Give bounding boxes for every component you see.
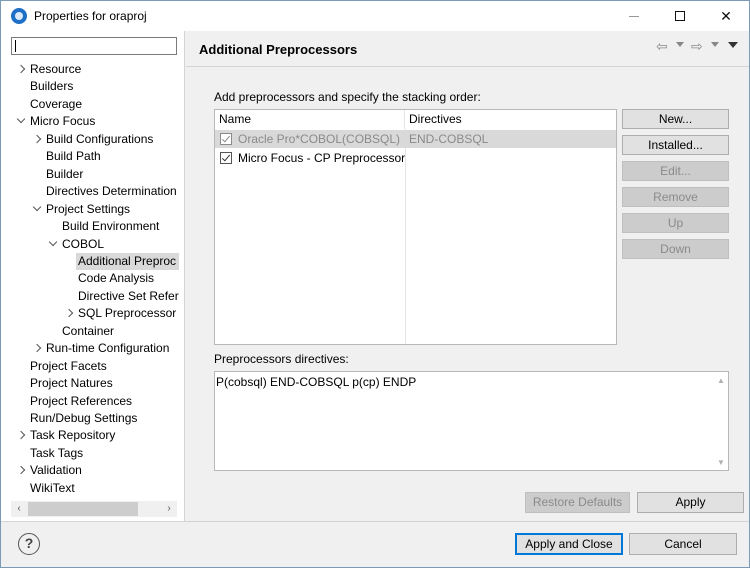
- directives-textarea[interactable]: P(cobsql) END-COBSQL p(cp) ENDP ▲ ▼: [214, 371, 729, 471]
- remove-button[interactable]: Remove: [622, 187, 729, 207]
- tree-item-project-settings[interactable]: Project Settings: [44, 201, 130, 218]
- tree-item-project-facets[interactable]: Project Facets: [28, 358, 107, 375]
- scroll-right-icon[interactable]: ›: [161, 501, 177, 517]
- tree-item-sql-preprocessor[interactable]: SQL Preprocessor: [76, 305, 176, 322]
- forward-history-dropdown-icon[interactable]: [711, 42, 719, 47]
- row-directives: END-COBSQL: [409, 132, 489, 146]
- tree-item-code-analysis[interactable]: Code Analysis: [76, 270, 154, 287]
- tree-horizontal-scrollbar[interactable]: ‹ ›: [11, 501, 177, 517]
- apply-button[interactable]: Apply: [637, 492, 744, 513]
- page-title: Additional Preprocessors: [199, 42, 358, 57]
- page-header: Additional Preprocessors ⇦ ⇨: [186, 31, 749, 67]
- tree-item-task-tags[interactable]: Task Tags: [28, 445, 83, 462]
- maximize-button[interactable]: [657, 1, 703, 31]
- row-checkbox[interactable]: [220, 152, 232, 164]
- tree-item-builder[interactable]: Builder: [44, 166, 83, 183]
- up-button[interactable]: Up: [622, 213, 729, 233]
- tree-item-project-natures[interactable]: Project Natures: [28, 375, 113, 392]
- tree-item-micro-focus[interactable]: Micro Focus: [28, 113, 95, 130]
- scroll-thumb[interactable]: [28, 502, 138, 516]
- scroll-down-icon[interactable]: ▼: [715, 458, 727, 468]
- tree-item-build-path[interactable]: Build Path: [44, 148, 101, 165]
- checkmark-icon: [221, 152, 231, 162]
- tree-item-directives-determination[interactable]: Directives Determination: [44, 183, 177, 200]
- eclipse-app-icon: [11, 8, 27, 24]
- installed-button[interactable]: Installed...: [622, 135, 729, 155]
- row-checkbox[interactable]: [220, 133, 232, 145]
- close-button[interactable]: ✕: [703, 1, 749, 31]
- down-button[interactable]: Down: [622, 239, 729, 259]
- properties-dialog: Properties for oraproj ✕ Resource Builder…: [0, 0, 750, 568]
- row-name: Oracle Pro*COBOL(COBSQL): [238, 132, 401, 146]
- preprocessors-table: Name Directives Oracle Pro*COBOL(COBSQL)…: [214, 109, 617, 345]
- expanded-chevron-icon[interactable]: [16, 117, 26, 127]
- expanded-chevron-icon[interactable]: [32, 205, 42, 215]
- tree-item-build-environment[interactable]: Build Environment: [60, 218, 159, 235]
- filter-input[interactable]: [11, 37, 177, 55]
- tree-item-task-repository[interactable]: Task Repository: [28, 427, 115, 444]
- title-bar: Properties for oraproj ✕: [1, 1, 749, 31]
- tree-item-directive-set-refer[interactable]: Directive Set Refer: [76, 288, 179, 305]
- expanded-chevron-icon[interactable]: [48, 240, 58, 250]
- restore-defaults-button[interactable]: Restore Defaults: [525, 492, 630, 513]
- edit-button[interactable]: Edit...: [622, 161, 729, 181]
- maximize-icon: [675, 11, 685, 21]
- directives-label: Preprocessors directives:: [214, 352, 349, 366]
- column-header-directives[interactable]: Directives: [405, 110, 617, 129]
- view-menu-icon[interactable]: [728, 42, 738, 48]
- row-name: Micro Focus - CP Preprocessor: [238, 151, 406, 165]
- tree-item-run-time-configuration[interactable]: Run-time Configuration: [44, 340, 169, 357]
- minimize-button[interactable]: [611, 1, 657, 31]
- table-row[interactable]: Micro Focus - CP Preprocessor: [215, 149, 616, 167]
- instruction-label: Add preprocessors and specify the stacki…: [214, 90, 481, 104]
- tree-item-builders[interactable]: Builders: [28, 78, 73, 95]
- tree-item-build-configurations[interactable]: Build Configurations: [44, 131, 153, 148]
- tree-item-validation[interactable]: Validation: [28, 462, 82, 479]
- tree-item-run-debug-settings[interactable]: Run/Debug Settings: [28, 410, 137, 427]
- new-button[interactable]: New...: [622, 109, 729, 129]
- scroll-up-icon[interactable]: ▲: [715, 376, 727, 386]
- collapsed-chevron-icon[interactable]: [64, 309, 74, 319]
- property-nav-panel: Resource Builders Coverage Micro Focus Build…: [1, 31, 185, 521]
- dialog-footer: ? Apply and Close Cancel: [1, 521, 749, 567]
- forward-arrow-icon[interactable]: ⇨: [691, 38, 703, 55]
- column-header-name[interactable]: Name: [215, 110, 405, 129]
- tree-item-wikitext[interactable]: WikiText: [28, 480, 75, 497]
- tree-item-coverage[interactable]: Coverage: [28, 96, 82, 113]
- close-icon: ✕: [720, 7, 732, 24]
- window-title: Properties for oraproj: [34, 9, 147, 23]
- scroll-left-icon[interactable]: ‹: [11, 501, 27, 517]
- text-caret: [15, 40, 16, 52]
- cancel-button[interactable]: Cancel: [629, 533, 737, 555]
- collapsed-chevron-icon[interactable]: [16, 431, 26, 441]
- collapsed-chevron-icon[interactable]: [16, 466, 26, 476]
- collapsed-chevron-icon[interactable]: [32, 344, 42, 354]
- help-icon[interactable]: ?: [18, 533, 40, 555]
- minimize-icon: [629, 15, 639, 17]
- back-arrow-icon[interactable]: ⇦: [656, 38, 668, 55]
- tree-item-resource[interactable]: Resource: [28, 61, 81, 78]
- tree-item-cobol[interactable]: COBOL: [60, 236, 104, 253]
- tree-item-container[interactable]: Container: [60, 323, 114, 340]
- collapsed-chevron-icon[interactable]: [32, 135, 42, 145]
- checkmark-icon: [221, 133, 231, 143]
- directives-value: P(cobsql) END-COBSQL p(cp) ENDP: [216, 375, 417, 389]
- table-row[interactable]: Oracle Pro*COBOL(COBSQL) END-COBSQL: [215, 130, 616, 148]
- back-history-dropdown-icon[interactable]: [676, 42, 684, 47]
- apply-and-close-button[interactable]: Apply and Close: [515, 533, 623, 555]
- property-page: Additional Preprocessors ⇦ ⇨ Add preproc…: [186, 31, 749, 521]
- tree-item-additional-preproc[interactable]: Additional Preproc: [76, 253, 179, 270]
- collapsed-chevron-icon[interactable]: [16, 65, 26, 75]
- tree-item-project-references[interactable]: Project References: [28, 393, 132, 410]
